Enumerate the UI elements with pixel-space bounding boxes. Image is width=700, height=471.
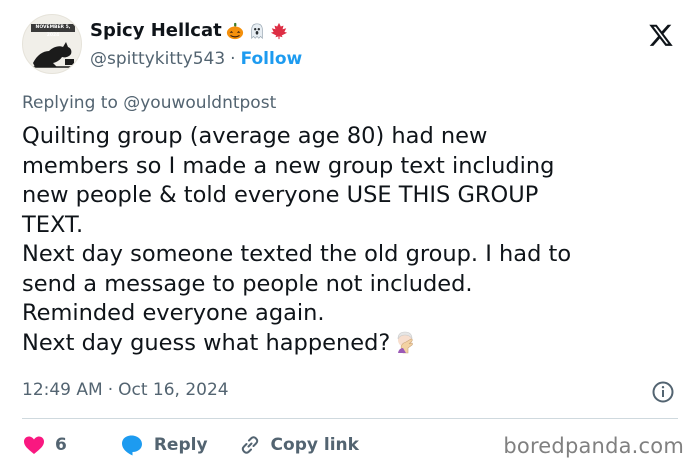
reply-mention-link[interactable]: @youwouldntpost [123,93,276,113]
reply-label: Reply [153,435,208,455]
handle[interactable]: @spittykitty543 [90,49,225,69]
like-button[interactable]: 6 [22,433,67,457]
tweet-line: new people & told everyone USE THIS GROU… [22,182,539,208]
name-row: Spicy Hellcat [90,20,288,41]
follow-button[interactable]: Follow [241,49,303,69]
display-name[interactable]: Spicy Hellcat [90,20,222,41]
like-count: 6 [55,435,67,455]
replying-to: Replying to @youwouldntpost [22,93,276,113]
x-logo-icon[interactable] [648,22,674,48]
tweet-line: members so I made a new group text inclu… [22,152,555,179]
tweet-line: Reminded everyone again. [22,300,325,326]
replying-prefix: Replying to [22,93,118,113]
divider [22,418,678,419]
tweet-line: TEXT. [22,211,84,238]
heart-icon [24,436,44,454]
avatar-banner: NOVEMBER 5, 2024 [31,24,75,38]
copy-link-label: Copy link [270,435,359,455]
tweet-date[interactable]: Oct 16, 2024 [118,380,229,400]
facepalm-icon [397,331,414,353]
tweet-line: Next day someone texted the old group. I… [22,241,572,267]
copy-link-button[interactable]: Copy link [238,433,359,457]
tweet-time[interactable]: 12:49 AM [22,380,103,400]
tweet-line: send a message to people not included. [22,270,473,297]
reply-bubble-icon [121,435,142,456]
tweet-line: Quilting group (average age 80) had new [22,123,488,149]
tweet-line: Next day guess what happened? [22,329,391,356]
handle-row: @spittykitty543 · Follow [90,49,302,69]
tweet-line-last: Next day guess what happened? [22,329,672,359]
pumpkin-icon [226,22,243,39]
handle-separator: · [230,49,236,69]
meta-separator: · [107,380,114,400]
cat-silhouette-icon [31,42,75,68]
action-bar: 6 Reply Copy link [22,432,359,458]
info-icon[interactable] [651,380,675,404]
maple-leaf-icon [270,22,287,39]
avatar[interactable]: NOVEMBER 5, 2024 [22,14,82,74]
reply-button[interactable]: Reply [119,433,208,457]
tweet-text: Quilting group (average age 80) had new … [22,122,672,358]
tweet-header: NOVEMBER 5, 2024 Spicy Hellcat @spittyki… [22,14,682,78]
watermark: boredpanda.com [503,434,684,458]
link-icon [241,436,258,454]
ghost-icon [250,22,263,39]
tweet-meta: 12:49 AM · Oct 16, 2024 [22,380,229,400]
